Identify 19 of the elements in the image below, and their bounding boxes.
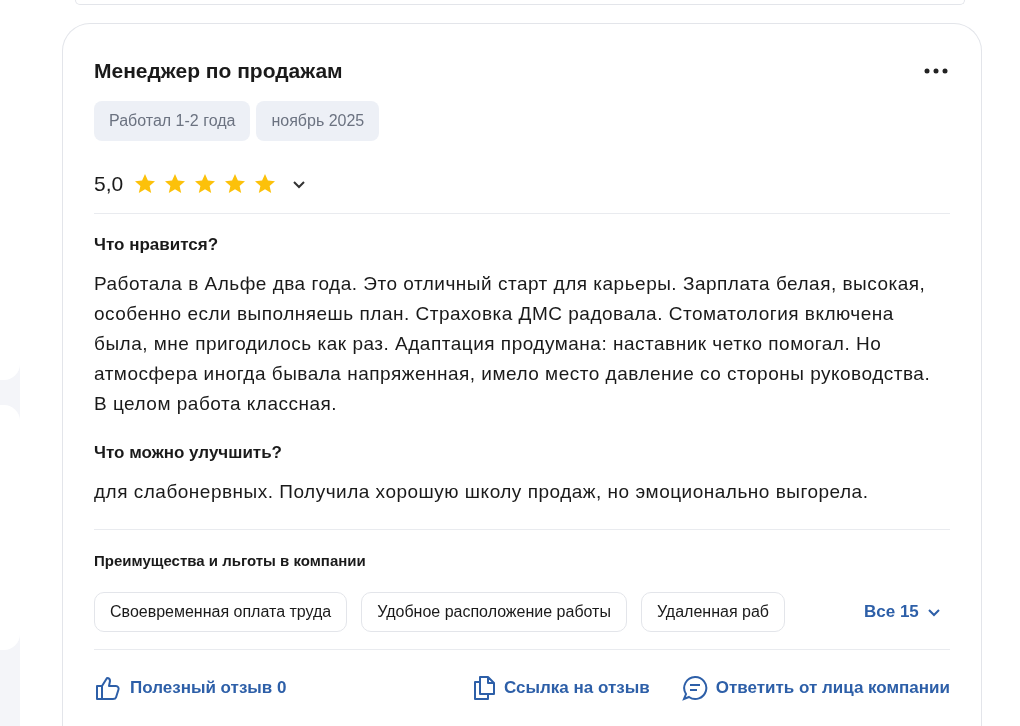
section-heading: Что нравится? [94, 234, 220, 256]
review-title: Менеджер по продажам [94, 58, 343, 84]
action-link[interactable]: Полезный отзыв 0 [94, 674, 287, 702]
chat-icon [681, 675, 708, 701]
review-text: для слабонервных. Получила хорошую школу продаж, но эмоционально выгорела. [94, 480, 870, 504]
show-all-button[interactable]: Все 15 [864, 599, 941, 625]
benefits-heading: Преимущества и льготы в компании [94, 551, 367, 571]
tag: Работал 1-2 года [94, 101, 251, 141]
review-text: Работала в Альфе два года. Это отличный старт для карьеры. Зарплата белая, высокая, особенно если выполняешь план. Страховка ДМС радовала. Стоматология включена была, мне пригодилось как раз. Адаптация продумана: наставник четко помогал. Но атмосфера иногда бывала напряженная, имело место давление со стороны руководства. В целом работа классная. [94, 272, 932, 416]
action-link[interactable]: Ссылка на отзыв [472, 675, 650, 701]
benefit-chip: Удобное расположение работы [361, 592, 627, 632]
copy-icon [472, 675, 497, 701]
thumbs-up-icon [94, 674, 122, 702]
tag: ноябрь 2025 [256, 101, 380, 141]
section-heading: Что можно улучшить? [94, 442, 283, 464]
action-link[interactable]: Ответить от лица компании [681, 675, 950, 701]
rating-value: 5,0 [94, 171, 124, 198]
benefit-chip: Своевременная оплата труда [94, 592, 348, 632]
benefit-chip: Удаленная раб [640, 592, 785, 632]
